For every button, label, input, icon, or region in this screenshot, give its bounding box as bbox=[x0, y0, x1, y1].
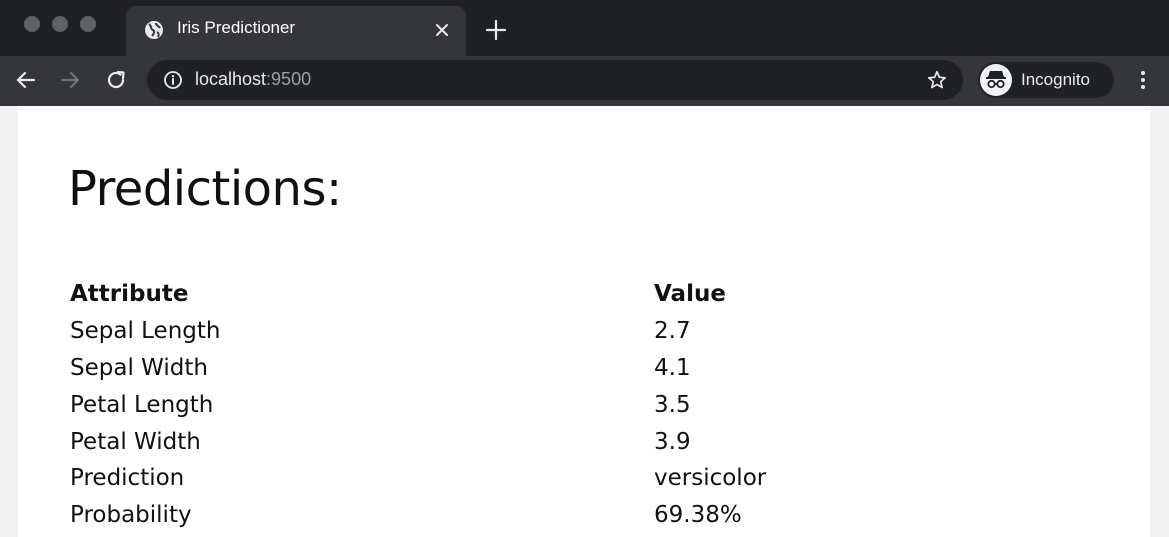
table-header-row: Attribute Value bbox=[70, 276, 766, 313]
back-arrow-icon[interactable] bbox=[14, 68, 38, 92]
column-header-value: Value bbox=[654, 281, 726, 308]
value-cell: 3.9 bbox=[654, 428, 691, 455]
table-row: Sepal Length 2.7 bbox=[70, 313, 766, 350]
url-text: localhost:9500 bbox=[195, 69, 311, 90]
url-port: :9500 bbox=[266, 69, 312, 89]
attribute-cell: Petal Width bbox=[70, 428, 201, 455]
incognito-label: Incognito bbox=[1021, 70, 1090, 89]
attribute-cell: Sepal Width bbox=[70, 354, 208, 381]
star-icon[interactable] bbox=[926, 69, 948, 91]
value-cell: 3.5 bbox=[654, 391, 691, 418]
table-row: Sepal Width 4.1 bbox=[70, 350, 766, 387]
info-icon[interactable] bbox=[163, 70, 183, 90]
url-host: localhost bbox=[195, 69, 267, 89]
page-title: Predictions: bbox=[68, 161, 342, 217]
table-row: Petal Length 3.5 bbox=[70, 386, 766, 423]
attribute-cell: Sepal Length bbox=[70, 318, 221, 345]
browser-tab-active[interactable]: Iris Predictioner bbox=[126, 6, 466, 56]
value-cell: 2.7 bbox=[654, 318, 691, 345]
table-row: Probability 69.38% bbox=[70, 497, 766, 534]
reload-icon[interactable] bbox=[104, 68, 128, 92]
kebab-menu-icon[interactable] bbox=[1131, 68, 1155, 92]
attribute-cell: Petal Length bbox=[70, 391, 214, 418]
forward-arrow-icon[interactable] bbox=[58, 68, 82, 92]
attribute-cell: Probability bbox=[70, 502, 192, 529]
browser-tabstrip: Iris Predictioner bbox=[0, 0, 1169, 56]
attribute-cell: Prediction bbox=[70, 465, 185, 492]
plus-icon[interactable] bbox=[484, 18, 508, 42]
predictions-table: Attribute Value Sepal Length 2.7 Sepal W… bbox=[70, 276, 766, 534]
incognito-icon bbox=[980, 64, 1012, 96]
value-cell: 69.38% bbox=[654, 502, 742, 529]
window-minimize-dot[interactable] bbox=[52, 16, 68, 32]
window-close-dot[interactable] bbox=[24, 16, 40, 32]
window-zoom-dot[interactable] bbox=[80, 16, 96, 32]
address-bar[interactable]: localhost:9500 bbox=[147, 60, 963, 100]
value-cell: 4.1 bbox=[654, 354, 691, 381]
table-row: Petal Width 3.9 bbox=[70, 423, 766, 460]
value-cell: versicolor bbox=[654, 465, 767, 492]
globe-icon bbox=[145, 21, 163, 39]
browser-toolbar: localhost:9500 Incognito bbox=[0, 56, 1169, 106]
incognito-profile-button[interactable]: Incognito bbox=[978, 62, 1114, 98]
page-content: Predictions: Attribute Value Sepal Lengt… bbox=[18, 106, 1150, 537]
column-header-attribute: Attribute bbox=[70, 281, 189, 308]
close-icon[interactable] bbox=[432, 20, 452, 40]
table-row: Prediction versicolor bbox=[70, 460, 766, 497]
tab-title: Iris Predictioner bbox=[177, 18, 296, 37]
